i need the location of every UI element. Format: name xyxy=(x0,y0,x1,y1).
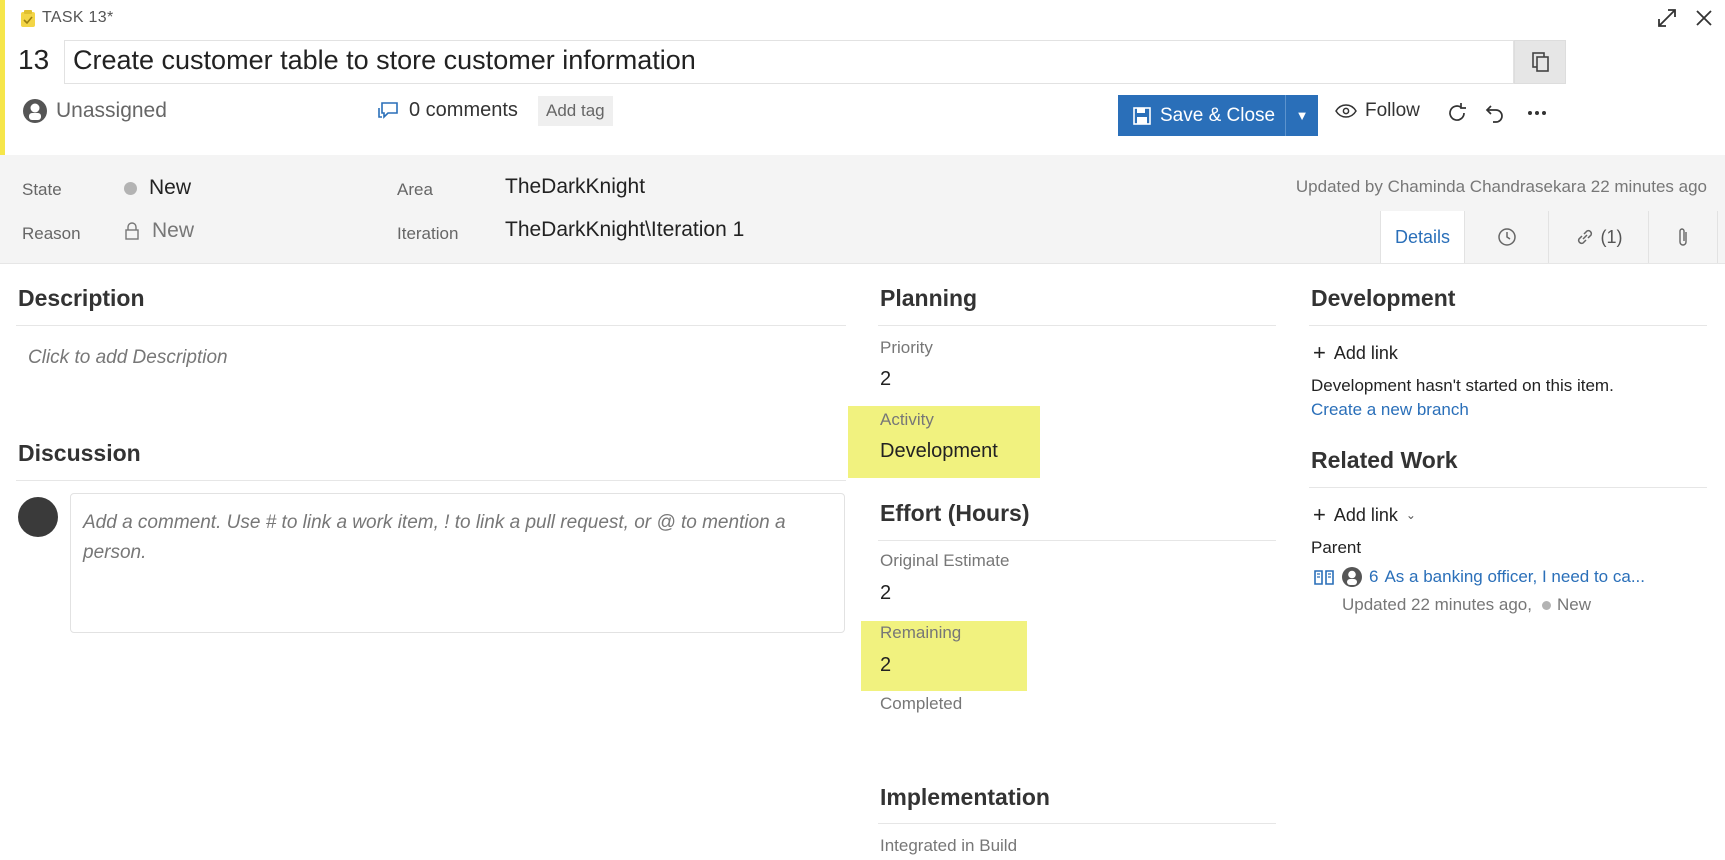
discussion-divider xyxy=(16,480,846,481)
close-icon[interactable] xyxy=(1692,6,1716,37)
development-add-link[interactable]: + Add link xyxy=(1313,340,1398,366)
related-add-link[interactable]: + Add link ⌄ xyxy=(1313,502,1416,528)
tab-attachments[interactable] xyxy=(1648,211,1718,263)
undo-icon[interactable] xyxy=(1480,98,1510,128)
iteration-label: Iteration xyxy=(397,224,459,243)
state-value: New xyxy=(149,176,192,199)
area-field[interactable]: TheDarkKnight xyxy=(505,175,645,199)
integrated-in-build-label: Integrated in Build xyxy=(880,836,1018,855)
implementation-divider xyxy=(878,823,1276,824)
user-avatar-icon xyxy=(23,99,47,123)
planning-title: Planning xyxy=(880,285,978,311)
reason-value: New xyxy=(152,219,195,242)
description-field[interactable]: Click to add Description xyxy=(28,347,228,369)
completed-label: Completed xyxy=(880,694,963,713)
assignee-avatar-icon xyxy=(1342,567,1362,587)
parent-label: Parent xyxy=(1311,538,1362,557)
title-field[interactable]: Create customer table to store customer … xyxy=(64,40,1514,84)
reason-label: Reason xyxy=(22,224,81,243)
parent-updated: Updated 22 minutes ago, xyxy=(1342,595,1532,614)
comments-count: 0 comments xyxy=(409,99,518,121)
area-label: Area xyxy=(397,180,433,199)
priority-field[interactable]: 2 xyxy=(880,368,891,391)
task-color-bar xyxy=(0,0,5,155)
eye-icon xyxy=(1335,104,1357,118)
activity-field[interactable]: Development xyxy=(880,440,998,463)
work-item-id: 13 xyxy=(18,44,50,75)
tab-details[interactable]: Details xyxy=(1380,211,1464,263)
updated-by-text: Updated by Chaminda Chandrasekara 22 min… xyxy=(1295,177,1707,196)
comment-icon xyxy=(378,101,398,119)
links-count: (1) xyxy=(1600,226,1623,247)
save-close-main[interactable]: Save & Close xyxy=(1118,95,1285,136)
lock-icon xyxy=(125,222,139,240)
related-work-divider xyxy=(1309,487,1707,488)
follow-label: Follow xyxy=(1365,100,1420,121)
refresh-icon[interactable] xyxy=(1442,98,1472,128)
link-icon xyxy=(1577,229,1592,245)
follow-button[interactable]: Follow xyxy=(1335,100,1420,122)
parent-title: As a banking officer, I need to ca... xyxy=(1384,567,1645,586)
discussion-title: Discussion xyxy=(18,440,141,466)
tab-links[interactable]: (1) xyxy=(1548,211,1648,263)
development-add-link-label: Add link xyxy=(1333,342,1398,363)
priority-label: Priority xyxy=(880,338,933,357)
description-divider xyxy=(16,325,846,326)
work-item-type-label: TASK 13* xyxy=(42,9,114,26)
task-icon xyxy=(20,10,36,28)
development-status-text: Development hasn't started on this item. xyxy=(1311,376,1614,395)
parent-id: 6 xyxy=(1369,567,1379,586)
original-estimate-label: Original Estimate xyxy=(880,551,1010,570)
chevron-down-icon: ⌄ xyxy=(1405,508,1416,522)
more-actions-icon[interactable] xyxy=(1522,98,1552,128)
related-add-link-label: Add link xyxy=(1333,504,1398,525)
related-work-title: Related Work xyxy=(1311,447,1458,473)
tab-history[interactable] xyxy=(1464,211,1548,263)
state-label: State xyxy=(22,180,62,199)
comments-link[interactable]: 0 comments xyxy=(377,99,518,122)
parent-item-link[interactable]: 6 As a banking officer, I need to ca... xyxy=(1313,566,1645,588)
parent-state: New xyxy=(1556,595,1591,614)
remaining-field[interactable]: 2 xyxy=(880,654,891,677)
state-dot-icon xyxy=(124,181,137,195)
original-estimate-field[interactable]: 2 xyxy=(880,582,891,605)
comment-input[interactable]: Add a comment. Use # to link a work item… xyxy=(70,493,845,633)
implementation-title: Implementation xyxy=(880,784,1050,810)
planning-divider xyxy=(878,325,1276,326)
save-options-dropdown[interactable]: ▼ xyxy=(1285,95,1318,136)
title-row: 13 Create customer table to store custom… xyxy=(18,40,1708,86)
iteration-field[interactable]: TheDarkKnight\Iteration 1 xyxy=(505,218,744,242)
development-divider xyxy=(1309,325,1707,326)
save-close-button[interactable]: Save & Close ▼ xyxy=(1118,95,1318,136)
activity-label: Activity xyxy=(880,410,934,429)
state-field[interactable]: New xyxy=(124,176,191,200)
effort-divider xyxy=(878,540,1276,541)
save-icon xyxy=(1133,106,1151,125)
user-story-icon xyxy=(1314,570,1334,585)
expand-icon[interactable] xyxy=(1655,6,1679,37)
assigned-to-label: Unassigned xyxy=(56,99,167,122)
effort-title: Effort (Hours) xyxy=(880,500,1030,526)
parent-meta: Updated 22 minutes ago, New xyxy=(1342,595,1591,615)
remaining-label: Remaining xyxy=(880,623,962,642)
development-title: Development xyxy=(1311,285,1456,311)
copy-button[interactable] xyxy=(1514,40,1566,84)
history-icon xyxy=(1497,228,1516,246)
assigned-to-field[interactable]: Unassigned xyxy=(22,97,167,125)
current-user-avatar xyxy=(18,497,58,537)
add-tag-button[interactable]: Add tag xyxy=(538,96,613,126)
attachment-icon xyxy=(1679,228,1687,246)
tab-details-label: Details xyxy=(1394,226,1451,247)
save-close-label: Save & Close xyxy=(1160,104,1276,126)
create-branch-link[interactable]: Create a new branch xyxy=(1311,400,1469,420)
parent-state-dot-icon xyxy=(1541,600,1551,610)
tab-strip: Details (1) xyxy=(1380,211,1718,263)
plus-icon: + xyxy=(1313,502,1326,527)
description-title: Description xyxy=(18,285,145,311)
plus-icon: + xyxy=(1313,340,1326,365)
reason-field[interactable]: New xyxy=(124,219,194,243)
